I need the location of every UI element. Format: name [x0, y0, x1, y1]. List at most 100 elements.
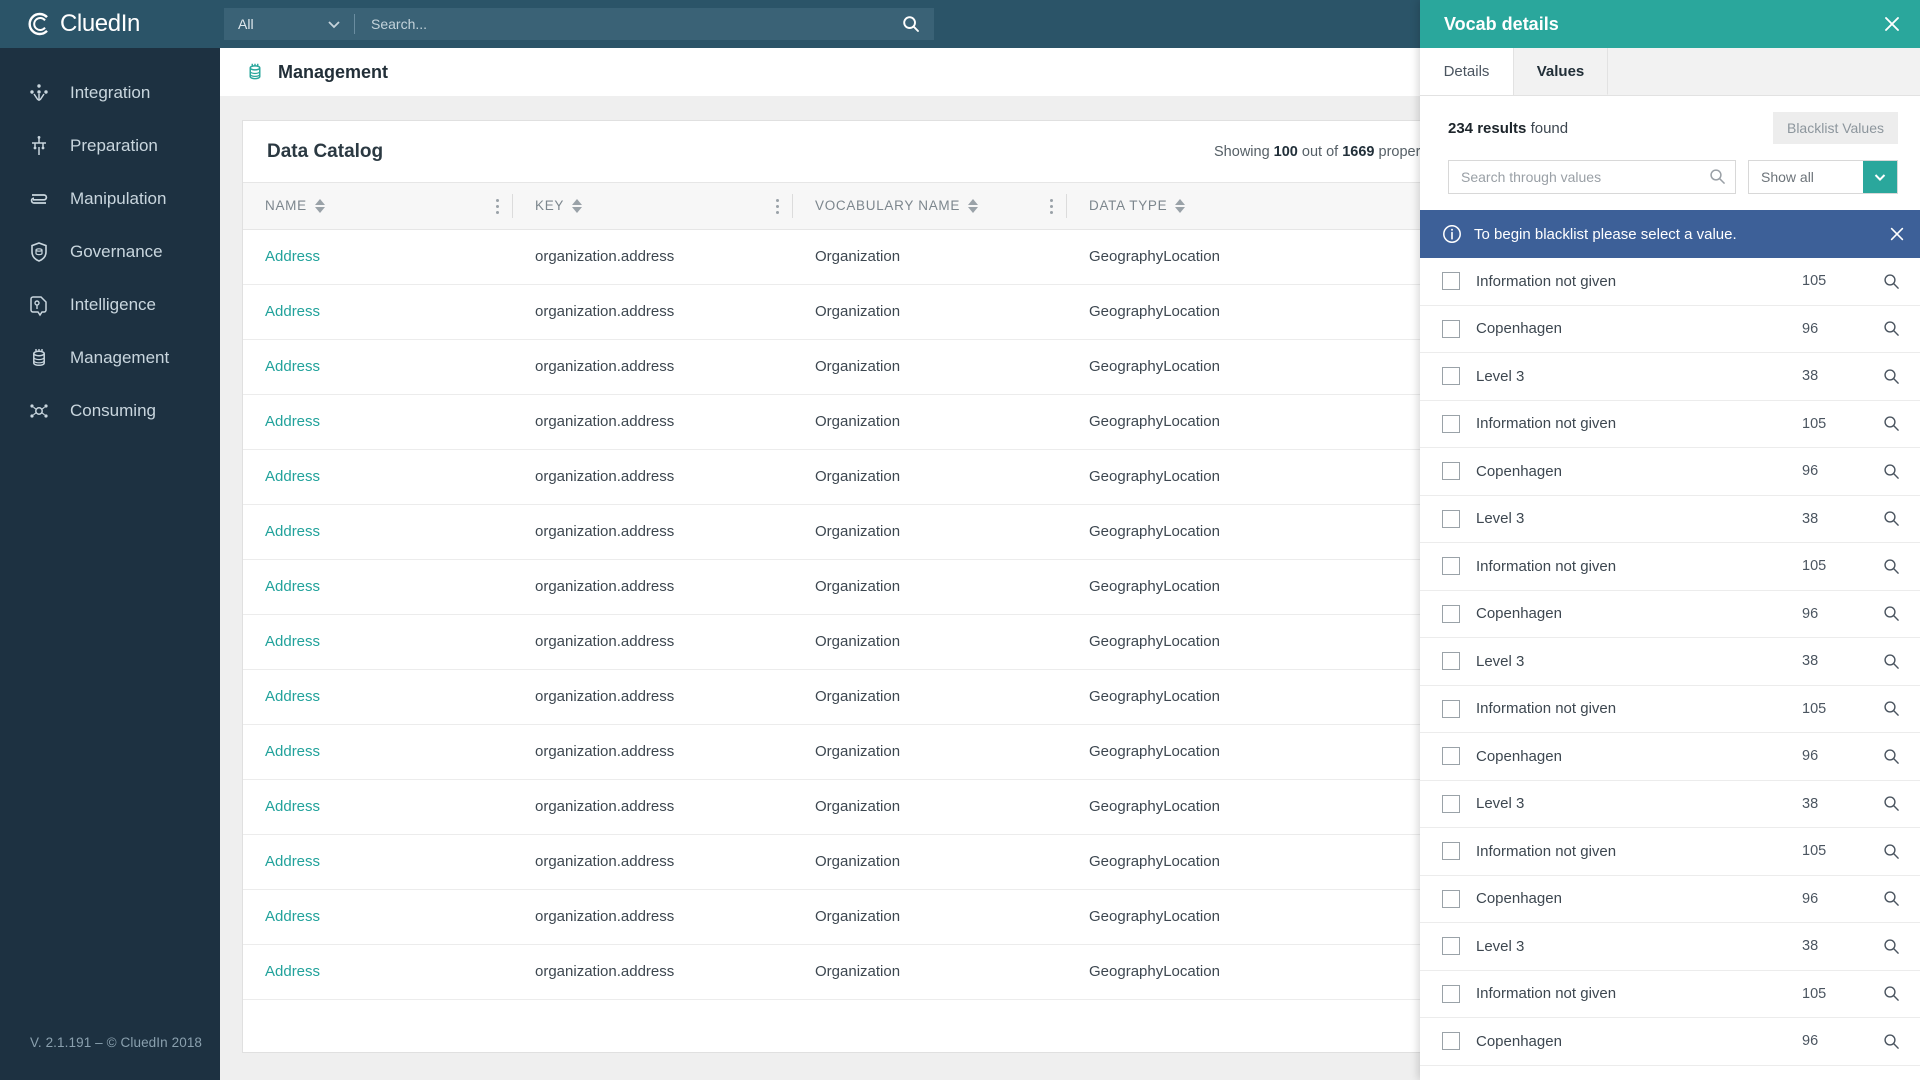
sort-icon[interactable]: [968, 198, 979, 213]
value-checkbox[interactable]: [1442, 272, 1460, 291]
magnify-icon[interactable]: [1880, 1033, 1902, 1050]
blacklist-values-button[interactable]: Blacklist Values: [1772, 112, 1898, 144]
value-row[interactable]: Level 3 38: [1420, 781, 1920, 828]
value-checkbox[interactable]: [1442, 367, 1460, 386]
magnify-icon[interactable]: [1880, 273, 1902, 290]
value-row[interactable]: Information not given 105: [1420, 828, 1920, 876]
catalog-name-link[interactable]: Address: [265, 633, 320, 650]
catalog-name-link[interactable]: Address: [265, 248, 320, 265]
brand-logo[interactable]: CluedIn: [0, 0, 220, 48]
magnify-icon[interactable]: [1880, 700, 1902, 717]
sidebar-item-intelligence[interactable]: Intelligence: [0, 278, 220, 331]
column-menu-icon[interactable]: [496, 183, 499, 229]
value-checkbox[interactable]: [1442, 842, 1460, 861]
tab-details[interactable]: Details: [1420, 48, 1514, 95]
value-row[interactable]: Information not given 105: [1420, 971, 1920, 1018]
magnify-icon[interactable]: [1880, 558, 1902, 575]
catalog-name-link[interactable]: Address: [265, 688, 320, 705]
value-checkbox[interactable]: [1442, 604, 1460, 623]
show-all-select[interactable]: Show all: [1748, 160, 1898, 194]
close-icon[interactable]: [1888, 225, 1906, 243]
value-row[interactable]: Level 3 38: [1420, 496, 1920, 543]
value-checkbox[interactable]: [1442, 937, 1460, 956]
column-header-vocabulary-name[interactable]: VOCABULARY NAME: [793, 183, 1067, 230]
value-checkbox[interactable]: [1442, 794, 1460, 813]
cell-key: organization.address: [513, 449, 793, 505]
search-scope-select[interactable]: All: [224, 8, 354, 40]
magnify-icon[interactable]: [1880, 510, 1902, 527]
catalog-name-link[interactable]: Address: [265, 908, 320, 925]
value-checkbox[interactable]: [1442, 699, 1460, 718]
value-count: 105: [1802, 843, 1827, 860]
magnify-icon[interactable]: [1880, 748, 1902, 765]
value-checkbox[interactable]: [1442, 414, 1460, 433]
search-scope-value: All: [238, 16, 254, 32]
value-row[interactable]: Copenhagen 96: [1420, 876, 1920, 923]
catalog-name-link[interactable]: Address: [265, 468, 320, 485]
sort-icon[interactable]: [314, 198, 325, 213]
catalog-name-link[interactable]: Address: [265, 523, 320, 540]
value-checkbox[interactable]: [1442, 652, 1460, 671]
sidebar-item-integration[interactable]: Integration: [0, 66, 220, 119]
sidebar-item-preparation[interactable]: Preparation: [0, 119, 220, 172]
data-catalog-title: Data Catalog: [267, 140, 384, 162]
sidebar-item-manipulation[interactable]: Manipulation: [0, 172, 220, 225]
value-row[interactable]: Copenhagen 96: [1420, 1018, 1920, 1066]
value-checkbox[interactable]: [1442, 557, 1460, 576]
value-row[interactable]: Information not given 105: [1420, 401, 1920, 448]
value-checkbox[interactable]: [1442, 747, 1460, 766]
catalog-name-link[interactable]: Address: [265, 963, 320, 980]
catalog-name-link[interactable]: Address: [265, 853, 320, 870]
value-checkbox[interactable]: [1442, 1032, 1460, 1051]
value-row[interactable]: Copenhagen 96: [1420, 591, 1920, 638]
magnify-icon[interactable]: [1880, 463, 1902, 480]
value-checkbox[interactable]: [1442, 889, 1460, 908]
catalog-name-link[interactable]: Address: [265, 578, 320, 595]
value-row[interactable]: Level 3 38: [1420, 638, 1920, 686]
value-row[interactable]: Copenhagen 96: [1420, 306, 1920, 353]
value-row[interactable]: Information not given 105: [1420, 258, 1920, 306]
value-checkbox[interactable]: [1442, 509, 1460, 528]
value-row[interactable]: Level 3 38: [1420, 923, 1920, 971]
magnify-icon[interactable]: [1880, 985, 1902, 1002]
magnify-icon[interactable]: [1880, 890, 1902, 907]
value-count: 38: [1802, 510, 1819, 527]
catalog-name-link[interactable]: Address: [265, 798, 320, 815]
magnify-icon[interactable]: [1880, 653, 1902, 670]
sidebar-item-consuming[interactable]: Consuming: [0, 384, 220, 437]
sidebar-item-management[interactable]: Management: [0, 331, 220, 384]
magnify-icon[interactable]: [1880, 320, 1902, 337]
sidebar-nav: Integration Preparation Manipulation Gov…: [0, 48, 220, 437]
close-icon[interactable]: [1882, 14, 1902, 34]
catalog-name-link[interactable]: Address: [265, 303, 320, 320]
column-header-key[interactable]: KEY: [513, 183, 793, 230]
magnify-icon[interactable]: [1880, 415, 1902, 432]
column-header-name[interactable]: NAME: [243, 183, 513, 230]
value-row[interactable]: Copenhagen 96: [1420, 733, 1920, 781]
sidebar-item-governance[interactable]: Governance: [0, 225, 220, 278]
magnify-icon[interactable]: [1880, 843, 1902, 860]
catalog-name-link[interactable]: Address: [265, 358, 320, 375]
column-menu-icon[interactable]: [1050, 183, 1053, 229]
catalog-name-link[interactable]: Address: [265, 743, 320, 760]
magnify-icon[interactable]: [1880, 368, 1902, 385]
magnify-icon[interactable]: [1880, 938, 1902, 955]
values-search-input[interactable]: [1448, 160, 1736, 194]
value-row[interactable]: Copenhagen 96: [1420, 448, 1920, 496]
sort-icon[interactable]: [572, 198, 583, 213]
column-menu-icon[interactable]: [776, 183, 779, 229]
value-row[interactable]: Level 3 38: [1420, 353, 1920, 401]
search-button[interactable]: [888, 8, 934, 40]
magnify-icon[interactable]: [1880, 795, 1902, 812]
search-input[interactable]: [355, 8, 888, 40]
chevron-down-icon[interactable]: [1863, 161, 1897, 193]
tab-values[interactable]: Values: [1514, 48, 1608, 95]
value-checkbox[interactable]: [1442, 462, 1460, 481]
magnify-icon[interactable]: [1880, 605, 1902, 622]
catalog-name-link[interactable]: Address: [265, 413, 320, 430]
value-row[interactable]: Information not given 105: [1420, 686, 1920, 733]
value-checkbox[interactable]: [1442, 984, 1460, 1003]
value-row[interactable]: Information not given 105: [1420, 543, 1920, 591]
value-checkbox[interactable]: [1442, 319, 1460, 338]
sort-icon[interactable]: [1175, 198, 1186, 213]
